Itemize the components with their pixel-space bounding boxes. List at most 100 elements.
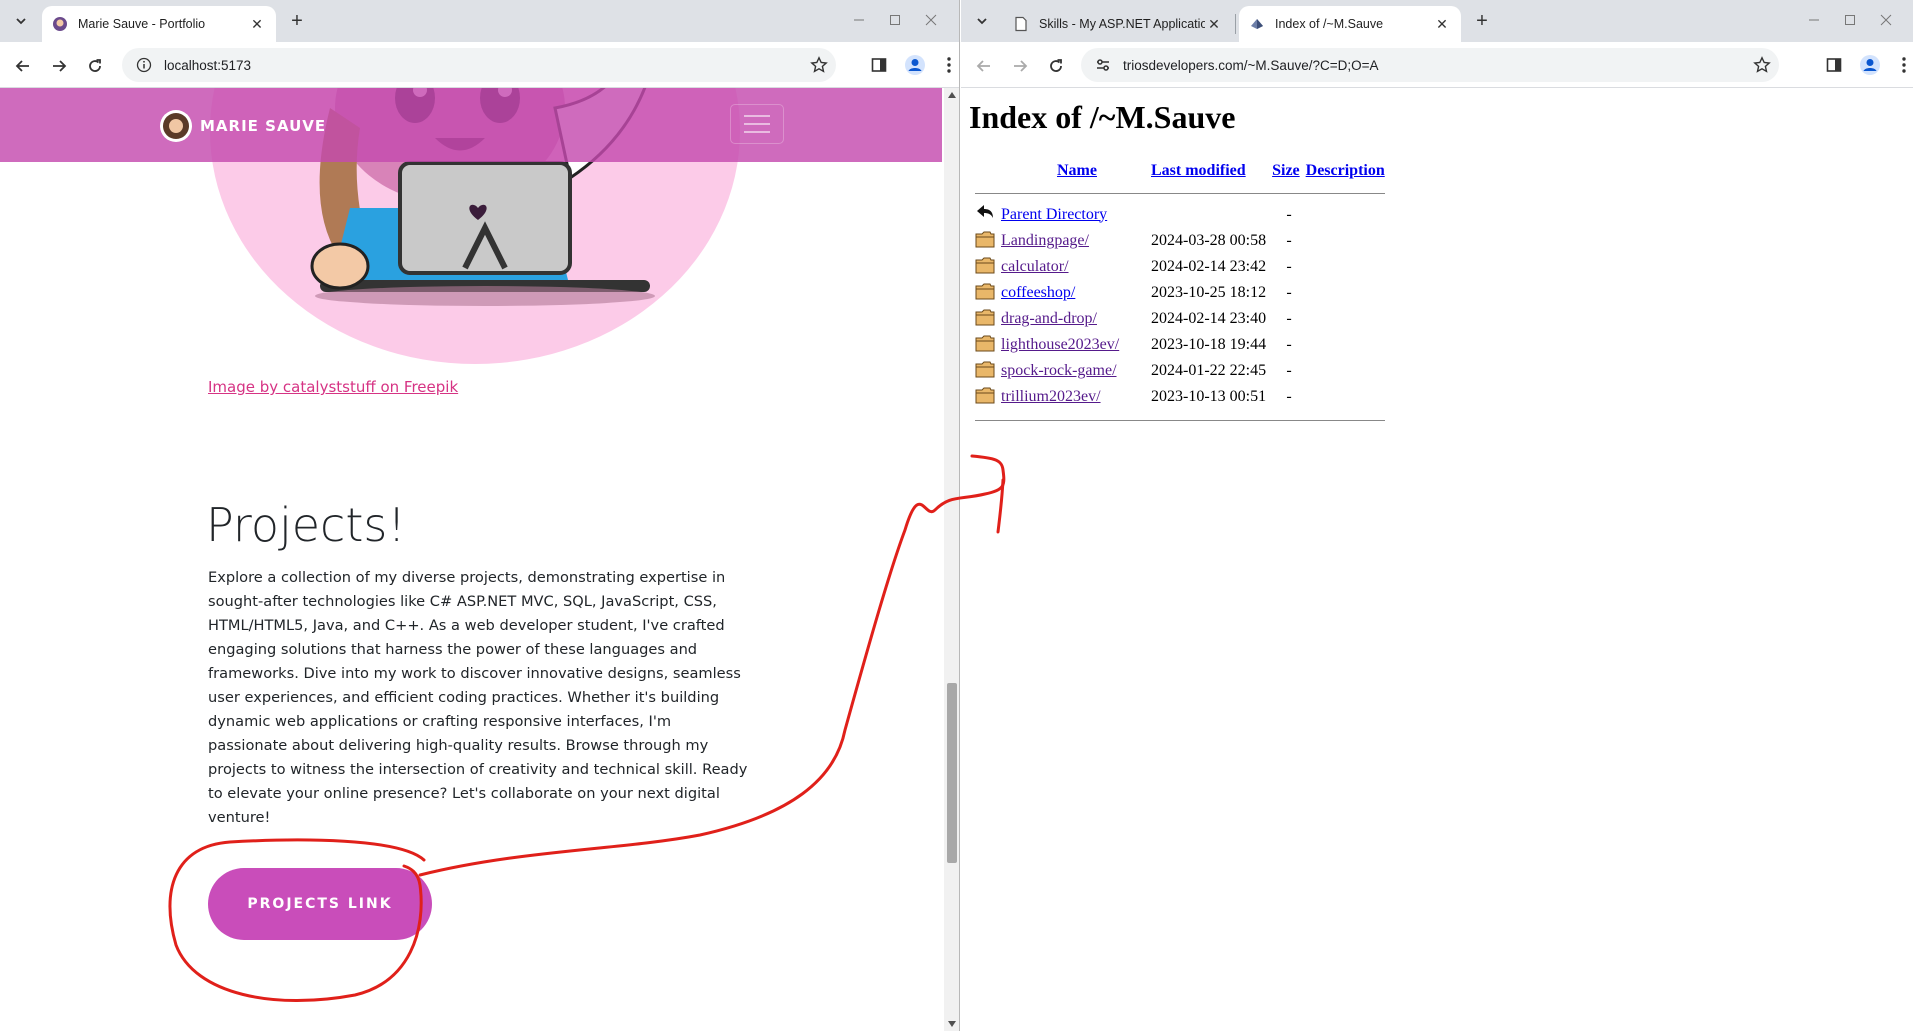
sort-by-size-link[interactable]: Size [1272,162,1300,179]
minimize-icon [854,19,864,21]
brand[interactable]: MARIE SAUVE [160,110,326,142]
menu-icon[interactable] [938,54,959,76]
modified-cell: 2024-02-14 23:40 [1150,310,1267,327]
close-tab-icon[interactable]: ✕ [1205,15,1223,33]
back-icon [976,60,990,72]
tab-list-button[interactable] [8,9,34,33]
folder-icon [975,335,995,351]
brand-name[interactable]: MARIE SAUVE [200,117,326,135]
site-settings-icon[interactable] [1095,57,1111,73]
folder-icon [975,309,995,325]
forward-button[interactable] [1006,52,1034,80]
maximize-button[interactable] [878,6,912,34]
directory-link[interactable]: calculator/ [1001,258,1069,275]
page-favicon-icon [1015,16,1027,32]
modified-cell: 2024-03-28 00:58 [1150,232,1267,249]
info-icon[interactable] [136,57,152,73]
close-tab-icon[interactable]: ✕ [248,15,266,33]
address-bar[interactable]: triosdevelopers.com/~M.Sauve/?C=D;O=A [1081,48,1779,82]
forward-button[interactable] [45,52,73,80]
reload-button[interactable] [1042,52,1070,80]
chevron-down-icon [16,18,26,25]
minimize-button[interactable] [1797,6,1831,34]
directory-link[interactable]: drag-and-drop/ [1001,310,1097,327]
browser-window-portfolio: Marie Sauve - Portfolio ✕ + localhost:51… [0,0,960,1031]
close-window-button[interactable] [1869,6,1903,34]
image-credit-link[interactable]: Image by catalyststuff on Freepik [208,378,458,396]
directory-link[interactable]: lighthouse2023ev/ [1001,336,1119,353]
forward-icon [53,60,67,72]
tab-portfolio[interactable]: Marie Sauve - Portfolio ✕ [42,6,276,42]
table-row: spock-rock-game/ 2024-01-22 22:45 - [973,359,1387,383]
tab-separator [1235,14,1236,34]
parent-directory-link[interactable]: Parent Directory [1001,206,1107,223]
tab-title: Index of /~M.Sauve [1275,17,1384,31]
back-arrow-icon [977,205,993,218]
close-icon [925,14,937,26]
projects-heading: Projects! [206,498,406,552]
index-heading: Index of /~M.Sauve [969,99,1236,135]
scroll-down-icon[interactable] [948,1021,956,1027]
navbar-toggle-button[interactable] [730,104,784,144]
folder-icon [975,283,995,299]
sort-by-modified-link[interactable]: Last modified [1151,162,1246,179]
size-cell: - [1286,362,1292,379]
minimize-icon [1809,19,1819,21]
folder-icon [975,361,995,377]
table-row: drag-and-drop/ 2024-02-14 23:40 - [973,307,1387,331]
sidebar-icon[interactable] [868,54,890,76]
scroll-up-icon[interactable] [948,92,956,98]
page-scrollbar[interactable] [944,88,959,1031]
rule-row [973,411,1387,429]
sort-by-description-link[interactable]: Description [1306,162,1385,179]
reload-icon [1050,59,1062,72]
profile-icon[interactable] [1859,54,1881,76]
folder-icon [975,231,995,247]
projects-description: Explore a collection of my diverse proje… [208,569,748,826]
hamburger-icon [744,115,770,117]
size-cell: - [1286,284,1292,301]
profile-icon[interactable] [904,54,926,76]
address-bar[interactable]: localhost:5173 [122,48,836,82]
directory-link[interactable]: trillium2023ev/ [1001,388,1101,405]
reload-button[interactable] [81,52,109,80]
minimize-button[interactable] [842,6,876,34]
modified-cell: 2024-01-22 22:45 [1150,362,1267,379]
bookmark-star-icon[interactable] [1745,56,1779,74]
projects-link-button[interactable]: PROJECTS LINK [208,868,432,940]
bookmark-star-icon[interactable] [802,56,836,74]
horizontal-rule [975,419,1385,421]
tab-strip: Skills - My ASP.NET Application ✕ Index … [961,0,1913,42]
portfolio-page: MARIE SAUVE Image by catalyststuff on Fr… [0,88,959,1031]
tab-skills[interactable]: Skills - My ASP.NET Application ✕ [1003,6,1233,42]
close-window-button[interactable] [914,6,948,34]
url-text[interactable]: triosdevelopers.com/~M.Sauve/?C=D;O=A [1123,58,1745,73]
table-row: calculator/ 2024-02-14 23:42 - [973,255,1387,279]
maximize-icon [890,15,900,25]
sidebar-icon[interactable] [1823,54,1845,76]
back-button[interactable] [9,52,37,80]
maximize-button[interactable] [1833,6,1867,34]
new-tab-button[interactable]: + [284,9,310,33]
modified-cell: 2023-10-18 19:44 [1150,336,1267,353]
tab-title: Skills - My ASP.NET Application [1039,17,1205,31]
url-text[interactable]: localhost:5173 [164,58,802,73]
folder-icon [975,387,995,403]
directory-link[interactable]: coffeeshop/ [1001,284,1075,301]
directory-link[interactable]: Landingpage/ [1001,232,1089,249]
directory-table: Name Last modified Size Description Pare… [971,156,1389,431]
tab-strip: Marie Sauve - Portfolio ✕ + [0,0,959,42]
sort-by-name-link[interactable]: Name [1057,162,1097,179]
tab-list-button[interactable] [969,9,995,33]
modified-cell: 2023-10-13 00:51 [1150,388,1267,405]
directory-link[interactable]: spock-rock-game/ [1001,362,1117,379]
back-button[interactable] [970,52,998,80]
tab-index[interactable]: Index of /~M.Sauve ✕ [1239,6,1461,42]
globe-favicon-icon [1251,19,1263,29]
scroll-thumb[interactable] [947,683,957,863]
rule-row [973,186,1387,200]
size-cell: - [1286,205,1292,223]
menu-icon[interactable] [1893,54,1913,76]
close-tab-icon[interactable]: ✕ [1433,15,1451,33]
new-tab-button[interactable]: + [1469,9,1495,33]
